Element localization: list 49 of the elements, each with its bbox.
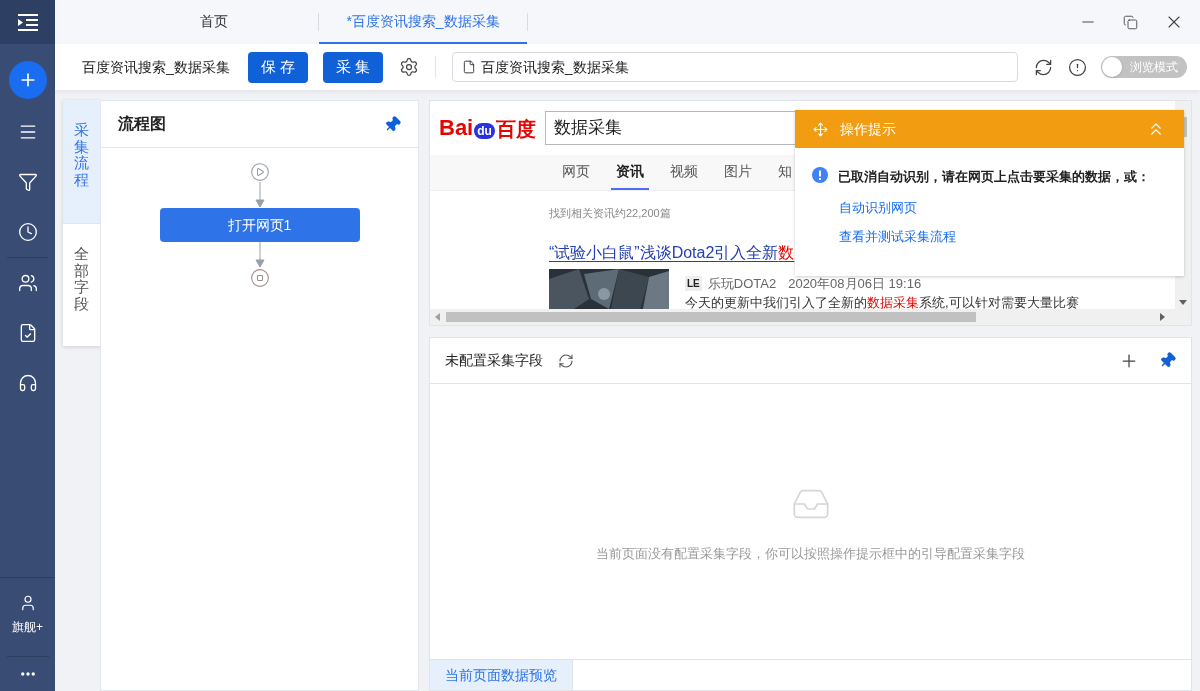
scroll-right-arrow-icon[interactable]: [1160, 313, 1165, 321]
collect-button[interactable]: 采 集: [322, 51, 383, 83]
flow-step[interactable]: 打开网页1: [159, 208, 360, 242]
search-nav-tab[interactable]: 资讯: [611, 155, 649, 190]
file-icon: [461, 60, 476, 74]
account-label[interactable]: 旗舰+: [12, 618, 43, 636]
info-icon[interactable]: [1067, 57, 1087, 77]
panel-title: 流程图: [118, 114, 166, 134]
url-field[interactable]: 百度资讯搜索_数据采集: [451, 52, 1018, 82]
clock-icon[interactable]: [17, 222, 38, 242]
collapse-menu-icon[interactable]: [17, 13, 38, 31]
new-task-button[interactable]: [8, 61, 47, 99]
popup-link[interactable]: 自动识别网页: [839, 198, 917, 218]
funnel-icon[interactable]: [17, 172, 38, 192]
side-tab[interactable]: 采集流程: [63, 100, 100, 223]
flow-arrow: [254, 242, 265, 268]
tab[interactable]: 首页: [110, 0, 318, 44]
baidu-logo: Bai du 百度: [439, 117, 536, 139]
settings-icon[interactable]: [398, 57, 419, 77]
result-title-link[interactable]: “试验小白鼠”浅谈Dota2引入全新数: [549, 241, 795, 263]
users-icon[interactable]: [17, 273, 38, 293]
search-nav-tab[interactable]: 网页: [557, 155, 595, 190]
search-nav-tab[interactable]: 知: [773, 155, 797, 190]
popup-message: 已取消自动识别，请在网页上点击要采集的数据，或：: [838, 168, 1150, 186]
result-date: 2020年08月06日 19:16: [788, 274, 922, 293]
save-button[interactable]: 保 存: [247, 51, 308, 83]
task-name: 百度资讯搜索_数据采集: [82, 57, 230, 77]
headset-icon[interactable]: [17, 373, 38, 393]
popup-link[interactable]: 查看并测试采集流程: [839, 226, 956, 246]
result-source: 乐玩DOTA2: [707, 274, 777, 293]
bottom-tab[interactable]: 当前页面数据预览: [430, 660, 573, 690]
panel-title: 未配置采集字段: [445, 351, 543, 370]
end-node-icon: [249, 268, 270, 288]
restore-icon[interactable]: [1123, 14, 1138, 30]
popup-title: 操作提示: [840, 119, 896, 139]
search-nav-tab[interactable]: 视频: [665, 155, 703, 190]
scroll-down-arrow-icon[interactable]: [1179, 300, 1187, 305]
info-icon: [812, 167, 828, 183]
side-tab[interactable]: 全部字段: [63, 223, 100, 346]
refresh-icon[interactable]: [558, 352, 574, 369]
flow-arrow: [254, 182, 265, 208]
result-count: 找到相关资讯约22,200篇: [549, 206, 671, 221]
horizontal-scrollbar[interactable]: [430, 309, 1191, 325]
search-nav-tab[interactable]: 图片: [719, 155, 757, 190]
start-node-icon: [249, 162, 270, 182]
result-snippet: 今天的更新中我们引入了全新的数据采集系统,可以针对需要大量比赛: [685, 294, 1079, 312]
refresh-icon[interactable]: [1033, 57, 1053, 77]
source-badge: LE: [685, 275, 702, 291]
empty-message: 当前页面没有配置采集字段，你可以按照操作提示框中的引导配置采集字段: [596, 545, 1025, 563]
